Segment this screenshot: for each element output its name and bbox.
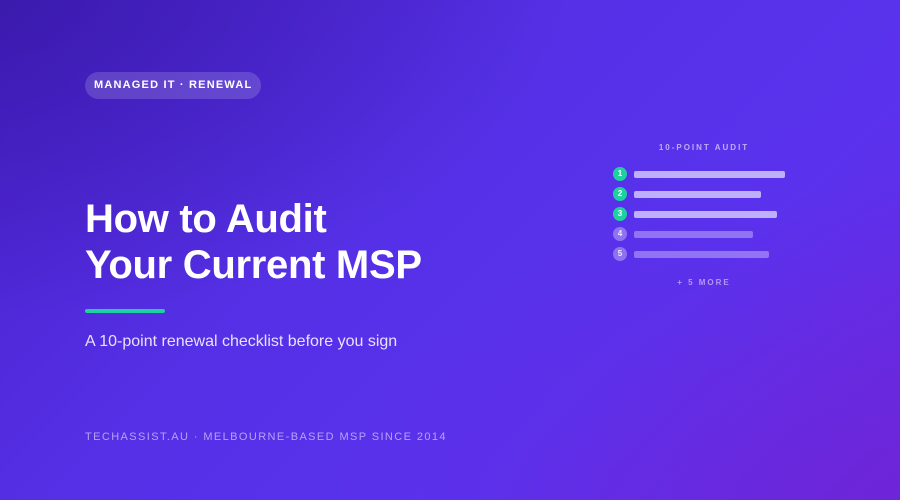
checklist-item-placeholder-bar [634,231,753,238]
checklist-item-placeholder-bar [634,211,777,218]
checklist-item-placeholder-bar [634,251,769,258]
step-number-badge: 4 [613,227,627,241]
step-number-badge: 3 [613,207,627,221]
checklist-item: 1 [613,167,803,181]
step-number-badge: 5 [613,247,627,261]
title-line-1: How to Audit [85,197,327,241]
more-items-label: + 5 MORE [677,278,731,287]
checklist-item: 4 [613,227,803,241]
checklist-title: 10-POINT AUDIT [658,143,750,152]
subtitle: A 10-point renewal checklist before you … [85,333,398,350]
category-tag: MANAGED IT · RENEWAL [85,72,262,99]
checklist-item-placeholder-bar [634,191,761,198]
step-number-badge: 1 [613,167,627,181]
checklist-item: 2 [613,187,803,201]
checklist-item: 3 [613,207,803,221]
checklist-item-placeholder-bar [634,171,785,178]
step-number-badge: 2 [613,187,627,201]
audit-checklist-card: 10-POINT AUDIT 1 2 3 4 5 + 5 MORE [604,140,804,292]
checklist-item: 5 [613,247,803,261]
footer-text: TECHASSIST.AU · MELBOURNE-BASED MSP SINC… [85,431,447,443]
title-line-2: Your Current MSP [85,243,422,287]
hero-banner: MANAGED IT · RENEWAL How to Audit Your C… [0,0,900,500]
accent-divider [85,309,165,313]
page-title: How to Audit Your Current MSP [85,196,422,288]
